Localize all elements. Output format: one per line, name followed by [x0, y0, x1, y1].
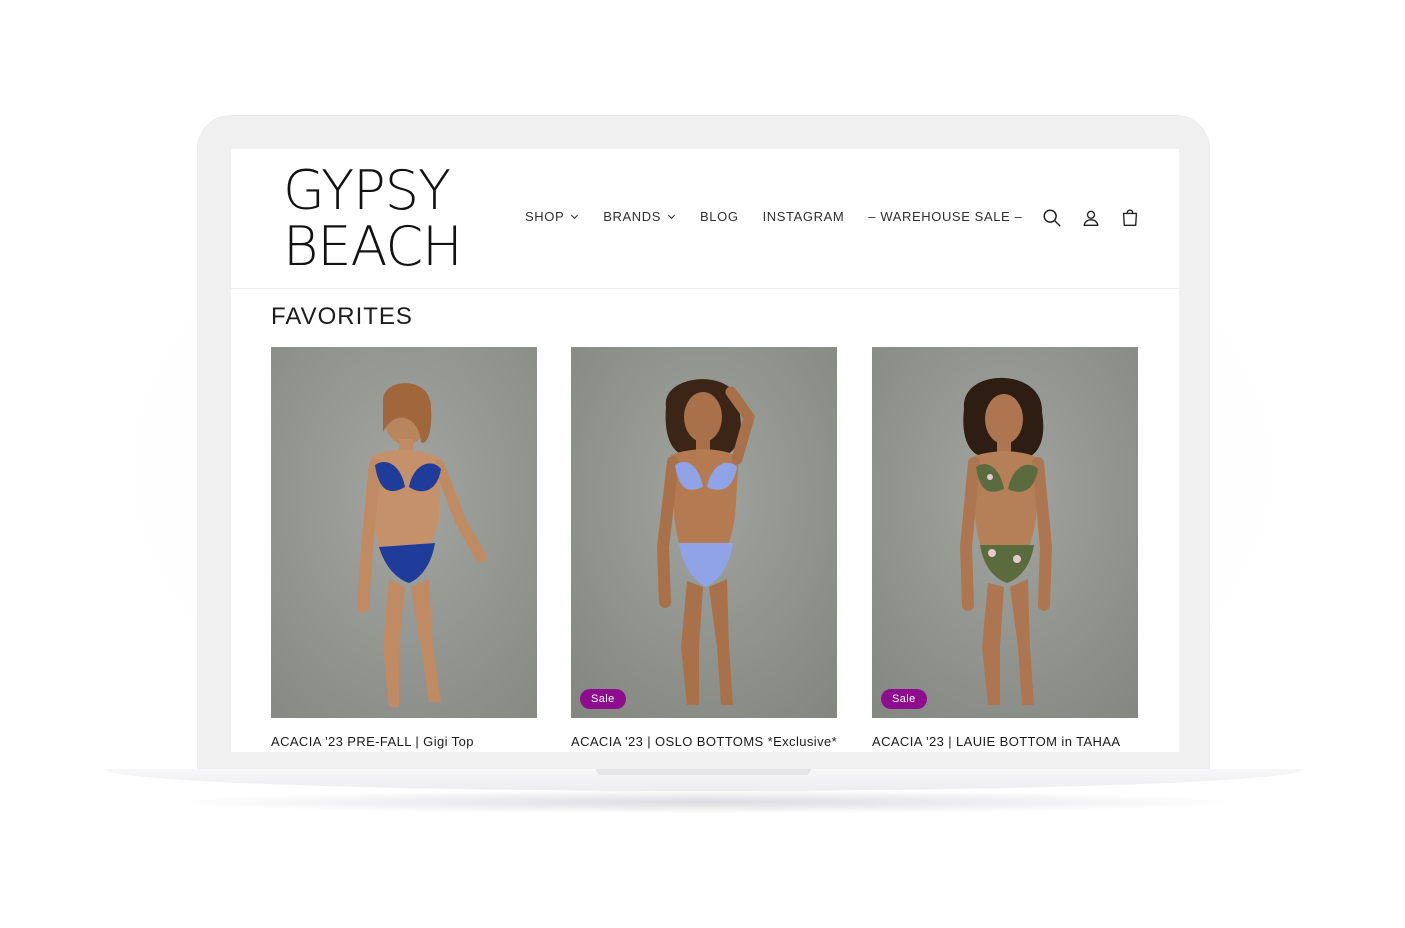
nav-item-label: SHOP: [525, 209, 565, 224]
laptop-mockup: GYPSY BEACH SHOP BRANDS BLOG INSTAGRAM –…: [0, 0, 1405, 928]
nav-item-instagram[interactable]: INSTAGRAM: [763, 209, 845, 224]
nav-item-shop[interactable]: SHOP: [525, 209, 579, 224]
model-photo: [571, 347, 837, 718]
nav-item-blog[interactable]: BLOG: [700, 209, 739, 224]
nav-item-brands[interactable]: BRANDS: [603, 209, 676, 224]
product-card[interactable]: Sale ACACIA '23 | OSLO BOTTOMS *Exclusiv…: [571, 347, 837, 749]
nav-item-label: BLOG: [700, 209, 739, 224]
product-card[interactable]: Sale ACACIA '23 | LAUIE BOTTOM in TAHAA: [872, 347, 1138, 749]
product-image[interactable]: Sale: [872, 347, 1138, 718]
chevron-down-icon: [667, 214, 676, 220]
nav-item-warehouse-sale[interactable]: – WAREHOUSE SALE –: [868, 209, 1022, 224]
model-photo: [271, 347, 537, 718]
sale-badge: Sale: [580, 689, 626, 709]
main-nav: SHOP BRANDS BLOG INSTAGRAM – WAREHOUSE S…: [525, 209, 1046, 224]
sale-badge: Sale: [881, 689, 927, 709]
nav-item-label: INSTAGRAM: [762, 209, 845, 224]
website-screen: GYPSY BEACH SHOP BRANDS BLOG INSTAGRAM –…: [231, 149, 1179, 752]
search-icon[interactable]: [1041, 207, 1063, 229]
product-image[interactable]: Sale: [571, 347, 837, 718]
product-title[interactable]: ACACIA '23 PRE-FALL | Gigi Top: [271, 734, 537, 749]
logo-line-1: GYPSY: [283, 159, 451, 222]
nav-item-label: BRANDS: [603, 209, 662, 224]
account-icon[interactable]: [1080, 207, 1102, 229]
cart-icon[interactable]: [1119, 207, 1141, 229]
model-photo: [872, 347, 1138, 718]
nav-item-label: – WAREHOUSE SALE –: [868, 209, 1023, 224]
section-title: FAVORITES: [271, 303, 413, 330]
product-image[interactable]: [271, 347, 537, 718]
laptop-shadow: [160, 790, 1250, 814]
product-card[interactable]: ACACIA '23 PRE-FALL | Gigi Top: [271, 347, 537, 749]
laptop-notch: [596, 769, 811, 775]
logo-line-2: BEACH: [283, 215, 463, 278]
chevron-down-icon: [571, 214, 579, 220]
header-icons: [1041, 207, 1158, 229]
brand-logo[interactable]: GYPSY BEACH: [283, 163, 473, 275]
product-title[interactable]: ACACIA '23 | LAUIE BOTTOM in TAHAA: [872, 734, 1138, 749]
product-title[interactable]: ACACIA '23 | OSLO BOTTOMS *Exclusive*: [571, 734, 837, 749]
site-header: GYPSY BEACH SHOP BRANDS BLOG INSTAGRAM –…: [231, 149, 1179, 289]
